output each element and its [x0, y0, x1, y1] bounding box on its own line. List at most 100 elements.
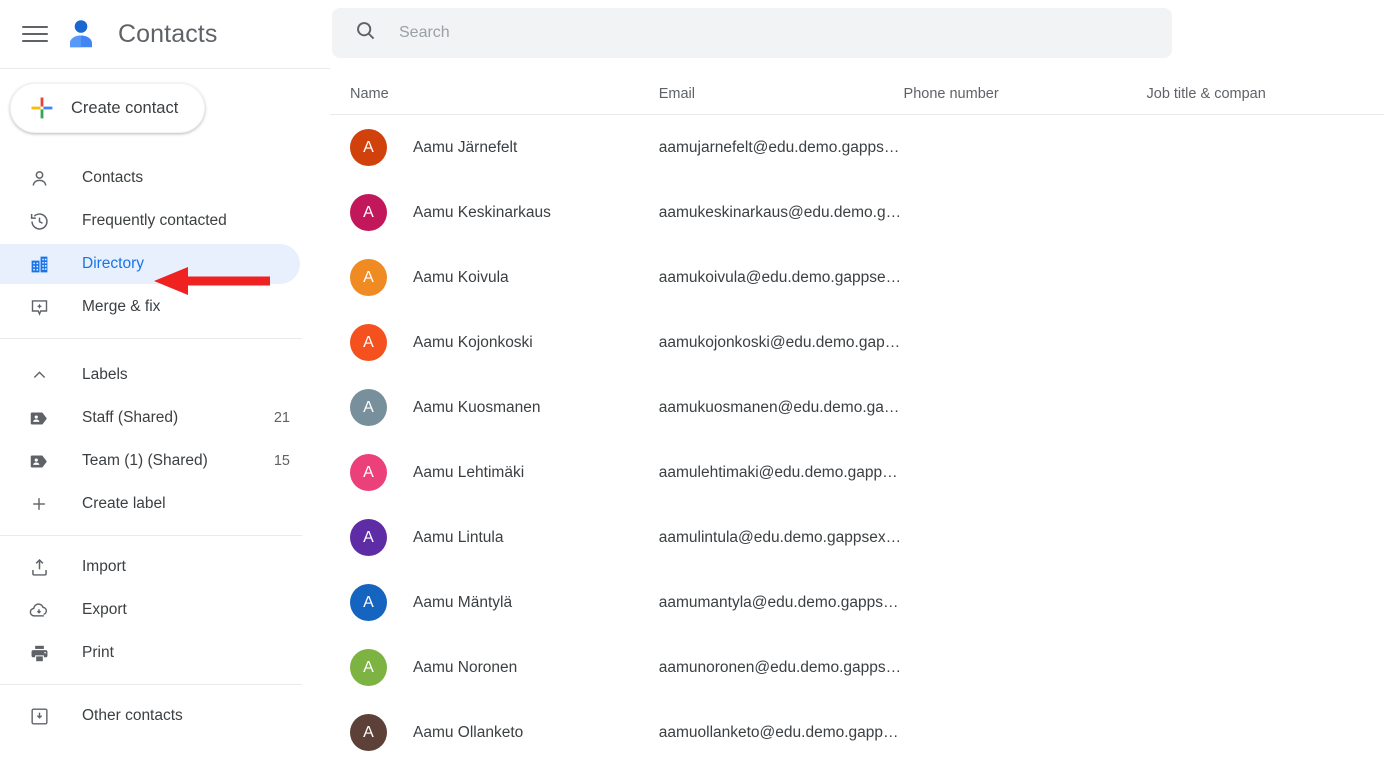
- other-contacts-box-icon: [28, 705, 50, 727]
- sidebar-item-label: Frequently contacted: [82, 212, 227, 229]
- table-row[interactable]: A Aamu Ollanketo aamuollanketo@edu.demo.ga…: [330, 700, 1384, 765]
- table-row[interactable]: A Aamu Lehtimäki aamulehtimaki@edu.demo.ga…: [330, 440, 1384, 505]
- search-bar[interactable]: [332, 8, 1172, 58]
- google-plus-icon: [29, 95, 55, 121]
- sidebar-item-label: Other contacts: [82, 707, 183, 724]
- contact-name: Aamu Lintula: [413, 528, 504, 546]
- contact-name: Aamu Ollanketo: [413, 723, 524, 741]
- avatar[interactable]: A: [350, 129, 387, 166]
- column-header-email[interactable]: Email: [659, 86, 904, 102]
- create-contact-label: Create contact: [71, 98, 179, 117]
- sidebar-label-count: 15: [273, 453, 290, 469]
- printer-icon: [28, 642, 50, 664]
- avatar[interactable]: A: [350, 714, 387, 751]
- sidebar-label-name: Staff (Shared): [82, 409, 179, 426]
- contact-email: aamukojonkoski@edu.demo.gap…: [658, 333, 901, 351]
- contacts-person-logo-icon: [64, 17, 98, 51]
- sidebar-item-label: Export: [82, 601, 127, 618]
- contact-email: aamunoronen@edu.demo.gapps…: [658, 658, 902, 676]
- table-row[interactable]: A Aamu Lintula aamulintula@edu.demo.gappse…: [330, 505, 1384, 570]
- page-title: Contacts: [118, 19, 218, 48]
- table-row[interactable]: A Aamu Kojonkoski aamukojonkoski@edu.demo.…: [330, 310, 1384, 375]
- table-row[interactable]: A Aamu Keskinarkaus aamukeskinarkaus@edu.d…: [330, 180, 1384, 245]
- cell-name: A Aamu Kuosmanen: [330, 389, 659, 426]
- sidebar-item-export[interactable]: Export: [0, 590, 300, 630]
- column-header-job-title-company[interactable]: Job title & compan: [1147, 86, 1384, 102]
- contact-email: aamuollanketo@edu.demo.gapp…: [658, 723, 899, 741]
- column-header-name[interactable]: Name: [330, 86, 659, 102]
- sidebar-item-label: Print: [82, 644, 114, 661]
- hamburger-menu-icon[interactable]: [22, 21, 48, 47]
- column-header-phone[interactable]: Phone number: [904, 86, 1147, 102]
- cell-name: A Aamu Mäntylä: [330, 584, 659, 621]
- sidebar-item-import[interactable]: Import: [0, 547, 300, 587]
- plus-icon: [28, 493, 50, 515]
- labels-section-header[interactable]: Labels: [0, 355, 300, 395]
- contact-email: aamumantyla@edu.demo.gapps…: [658, 593, 899, 611]
- contact-name: Aamu Lehtimäki: [413, 463, 525, 481]
- merge-sparkle-icon: [28, 296, 50, 318]
- sidebar-item-frequently-contacted[interactable]: Frequently contacted: [0, 201, 300, 241]
- contact-name: Aamu Mäntylä: [413, 593, 513, 611]
- search-input[interactable]: [399, 24, 1099, 42]
- contact-name: Aamu Keskinarkaus: [413, 203, 551, 221]
- sidebar-item-merge-and-fix[interactable]: Merge & fix: [0, 287, 300, 327]
- sidebar-label-name: Team (1) (Shared): [82, 452, 208, 469]
- history-clock-icon: [28, 210, 50, 232]
- avatar[interactable]: A: [350, 194, 387, 231]
- contact-email: aamulehtimaki@edu.demo.gapp…: [658, 463, 898, 481]
- create-label-button[interactable]: Create label: [0, 484, 300, 524]
- person-outline-icon: [28, 167, 50, 189]
- avatar[interactable]: A: [350, 584, 387, 621]
- table-row[interactable]: A Aamu Mäntylä aamumantyla@edu.demo.gapps…: [330, 570, 1384, 635]
- sidebar-item-contacts[interactable]: Contacts: [0, 158, 300, 198]
- create-label-text: Create label: [82, 495, 166, 512]
- sidebar-label-count: 21: [273, 410, 290, 426]
- sidebar-item-other-contacts[interactable]: Other contacts: [0, 696, 300, 736]
- table-row[interactable]: A Aamu Koivula aamukoivula@edu.demo.gappse…: [330, 245, 1384, 310]
- avatar[interactable]: A: [350, 259, 387, 296]
- search-magnifier-icon: [354, 19, 377, 47]
- avatar[interactable]: A: [350, 649, 387, 686]
- contact-email: aamujarnefelt@edu.demo.gapps…: [658, 138, 900, 156]
- table-row[interactable]: A Aamu Noronen aamunoronen@edu.demo.gapps…: [330, 635, 1384, 700]
- sidebar-item-label: Directory: [82, 255, 145, 272]
- chevron-up-icon: [28, 364, 50, 386]
- table-header-row: Name Email Phone number Job title & comp…: [330, 73, 1384, 115]
- sidebar-item-label: Merge & fix: [82, 298, 161, 315]
- sidebar-item-print[interactable]: Print: [0, 633, 300, 673]
- sidebar: Contacts Create contact Contacts Frequen…: [0, 0, 330, 778]
- contact-email: aamulintula@edu.demo.gappsex…: [658, 528, 902, 546]
- table-row[interactable]: A Aamu Kuosmanen aamukuosmanen@edu.demo.ga…: [330, 375, 1384, 440]
- avatar[interactable]: A: [350, 519, 387, 556]
- contacts-table: Name Email Phone number Job title & comp…: [330, 73, 1384, 765]
- table-body: A Aamu Järnefelt aamujarnefelt@edu.demo.ga…: [330, 115, 1384, 765]
- contact-name: Aamu Koivula: [413, 268, 509, 286]
- labels-section-label: Labels: [82, 366, 128, 383]
- contact-email: aamukeskinarkaus@edu.demo.g…: [658, 203, 902, 221]
- sidebar-item-directory[interactable]: Directory: [0, 244, 300, 284]
- create-contact-button[interactable]: Create contact: [10, 83, 206, 133]
- cell-name: A Aamu Järnefelt: [330, 129, 659, 166]
- contact-name: Aamu Kuosmanen: [413, 398, 541, 416]
- avatar[interactable]: A: [350, 454, 387, 491]
- label-tag-icon: [28, 407, 50, 429]
- cell-name: A Aamu Lehtimäki: [330, 454, 659, 491]
- contact-name: Aamu Kojonkoski: [413, 333, 533, 351]
- primary-nav: Contacts Frequently contacted Directory …: [0, 151, 330, 736]
- cell-name: A Aamu Lintula: [330, 519, 659, 556]
- contact-name: Aamu Järnefelt: [413, 138, 518, 156]
- cell-name: A Aamu Kojonkoski: [330, 324, 659, 361]
- contact-email: aamukuosmanen@edu.demo.ga…: [658, 398, 900, 416]
- avatar[interactable]: A: [350, 389, 387, 426]
- sidebar-label-team-1-shared[interactable]: Team (1) (Shared) 15: [0, 441, 300, 481]
- sidebar-label-staff-shared[interactable]: Staff (Shared) 21: [0, 398, 300, 438]
- table-row[interactable]: A Aamu Järnefelt aamujarnefelt@edu.demo.ga…: [330, 115, 1384, 180]
- avatar[interactable]: A: [350, 324, 387, 361]
- cell-name: A Aamu Keskinarkaus: [330, 194, 659, 231]
